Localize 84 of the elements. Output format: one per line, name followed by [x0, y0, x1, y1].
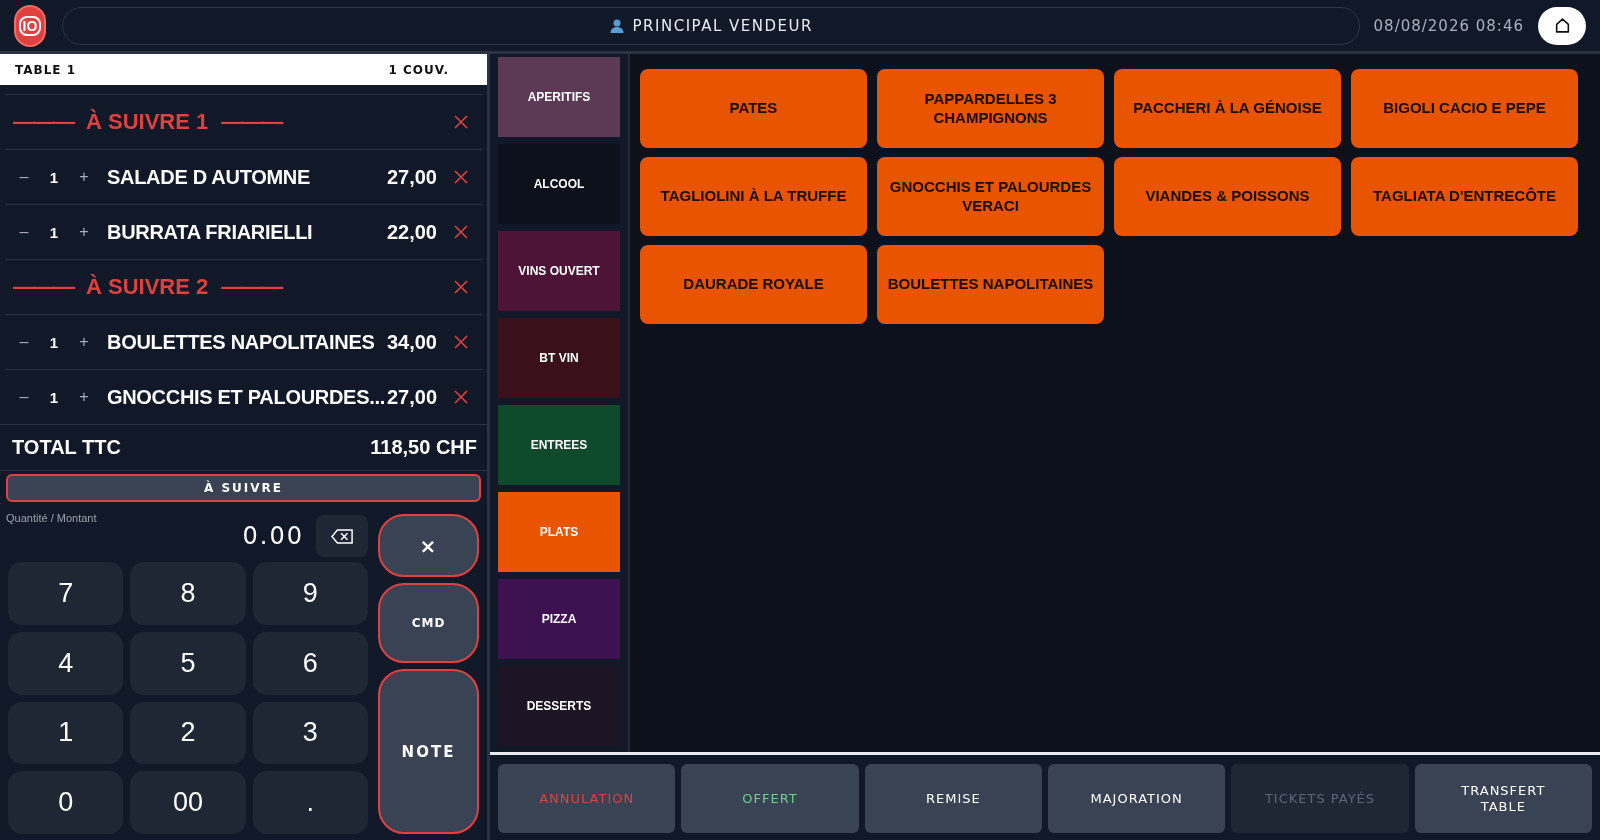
item-price: 22,00 [386, 220, 437, 244]
action-button[interactable]: REMISE [864, 764, 1042, 833]
close-icon [454, 170, 468, 184]
item-name: BOULETTES NAPOLITAINES [107, 330, 376, 354]
entry-label: Quantité / Montant [5, 511, 98, 524]
decrease-button[interactable]: – [13, 168, 35, 186]
close-icon [454, 280, 468, 294]
user-name: PRINCIPAL VENDEUR [632, 16, 813, 35]
backspace-button[interactable] [316, 515, 368, 557]
increase-button[interactable]: + [73, 168, 95, 186]
product-tile[interactable]: TAGLIOLINI À LA TRUFFE [640, 157, 867, 236]
category-tile[interactable]: PLATS [498, 492, 620, 572]
close-icon [454, 335, 468, 349]
action-button[interactable]: OFFERT [681, 764, 859, 833]
item-price: 27,00 [386, 165, 437, 189]
product-tile[interactable]: PACCHERI À LA GÉNOISE [1114, 69, 1341, 148]
total-label: TOTAL TTC [12, 436, 121, 459]
increase-button[interactable]: + [73, 333, 95, 351]
item-price: 27,00 [386, 385, 437, 409]
follow-button[interactable]: À SUIVRE [6, 474, 481, 502]
logo-text: IO [18, 15, 42, 36]
product-tile[interactable]: DAURADE ROYALE [640, 245, 867, 324]
category-tile[interactable]: APERITIFS [498, 57, 620, 137]
keypad-key[interactable]: 8 [130, 562, 246, 625]
quantity: 1 [48, 388, 60, 406]
product-tile[interactable]: VIANDES & POISSONS [1114, 157, 1341, 236]
keypad-key[interactable]: 2 [130, 701, 246, 765]
total-amount: 118,50 CHF [370, 436, 477, 459]
product-tile[interactable]: BOULETTES NAPOLITAINES [877, 245, 1104, 324]
date-time: 08/08/2026 08:46 [1373, 16, 1524, 35]
increase-button[interactable]: + [73, 223, 95, 241]
course-label: À SUIVRE 2 [86, 274, 209, 300]
quantity: 1 [48, 223, 60, 241]
category-tile[interactable]: ALCOOL [498, 144, 620, 224]
keypad-key[interactable]: 9 [252, 562, 368, 625]
action-button[interactable]: CMD [378, 583, 479, 663]
home-button[interactable] [1538, 6, 1586, 45]
dash-line: ——— [13, 109, 73, 135]
table-name: TABLE 1 [15, 62, 77, 77]
product-tile[interactable]: GNOCCHIS ET PALOURDES VERACI [877, 157, 1104, 236]
item-name: SALADE D AUTOMNE [107, 165, 311, 189]
backspace-icon [331, 528, 353, 544]
product-tile[interactable]: TAGLIATA D'ENTRECÔTE [1351, 157, 1578, 236]
increase-button[interactable]: + [72, 388, 95, 406]
action-button[interactable]: MAJORATION [1048, 764, 1226, 833]
product-tile[interactable]: BIGOLI CACIO E PEPE [1351, 69, 1578, 148]
keypad-key[interactable]: 00 [130, 771, 246, 834]
category-tile[interactable]: ENTREES [498, 405, 620, 485]
keypad-key[interactable]: . [252, 771, 368, 834]
decrease-button[interactable]: – [13, 223, 35, 241]
dash-line: ——— [13, 274, 73, 300]
keypad-key[interactable]: 3 [252, 701, 368, 765]
decrease-button[interactable]: – [13, 388, 35, 406]
course-label: À SUIVRE 1 [86, 109, 209, 135]
keypad-key[interactable]: 7 [8, 562, 124, 625]
category-tile[interactable]: BT VIN [498, 318, 620, 398]
item-name: GNOCCHIS ET PALOURDES... [106, 385, 385, 409]
action-button[interactable]: × [378, 514, 479, 577]
keypad-key[interactable]: 0 [8, 771, 124, 834]
category-tile[interactable]: PIZZA [498, 579, 620, 659]
close-icon [454, 115, 468, 129]
dash-line: ——— [221, 109, 282, 135]
product-tile[interactable]: PAPPARDELLES 3 CHAMPIGNONS [877, 69, 1104, 148]
user-icon [608, 17, 625, 34]
quantity: 1 [48, 333, 60, 351]
action-button[interactable]: TRANSFERT TABLE [1414, 764, 1592, 833]
amount-display: 0.00 [242, 522, 304, 550]
product-tile[interactable]: PATES [640, 69, 867, 148]
quantity: 1 [48, 168, 60, 186]
dash-line: ——— [221, 274, 282, 300]
keypad-key[interactable]: 4 [8, 631, 124, 695]
covers-count: 1 COUV. [388, 62, 449, 77]
close-icon [454, 225, 468, 239]
keypad-key[interactable]: 5 [130, 631, 246, 695]
close-icon [454, 390, 468, 404]
action-button[interactable]: NOTE [378, 669, 479, 834]
item-name: BURRATA FRIARIELLI [107, 220, 314, 244]
category-tile[interactable]: DESSERTS [498, 666, 620, 746]
category-tile[interactable]: VINS OUVERT [498, 231, 620, 311]
keypad-key[interactable]: 1 [8, 701, 124, 765]
decrease-button[interactable]: – [13, 333, 35, 351]
keypad-key[interactable]: 6 [252, 631, 368, 695]
item-price: 34,00 [386, 330, 437, 354]
home-icon [1553, 17, 1571, 34]
